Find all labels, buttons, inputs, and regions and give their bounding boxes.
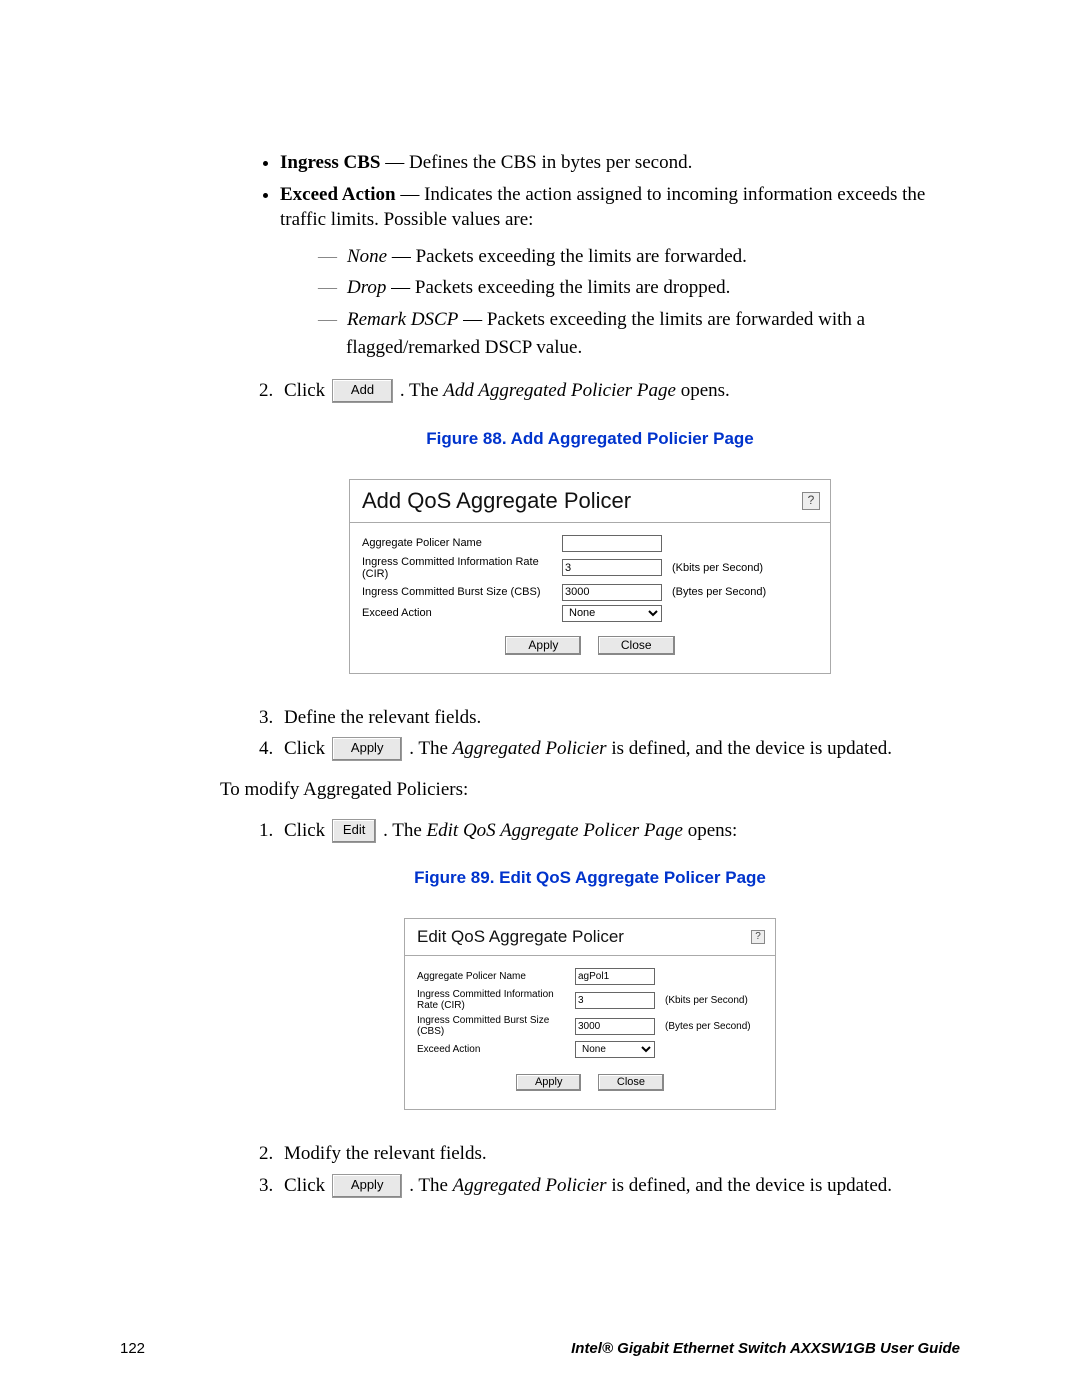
add-aggregate-policer-dialog: Add QoS Aggregate Policer ? Aggregate Po…	[349, 479, 831, 674]
text: is defined, and the device is updated.	[607, 1175, 892, 1196]
add-steps: Click Add . The Add Aggregated Policier …	[220, 377, 960, 405]
page-number: 122	[120, 1340, 145, 1357]
value-remark-dscp: —Remark DSCP — Packets exceeding the lim…	[318, 306, 960, 361]
apply-button[interactable]: Apply	[332, 1174, 403, 1198]
cir-label: Ingress Committed Information Rate (CIR)	[417, 989, 575, 1011]
close-button[interactable]: Close	[598, 636, 675, 655]
apply-button[interactable]: Apply	[516, 1074, 582, 1091]
dialog-title: Edit QoS Aggregate Policer	[417, 927, 624, 947]
figure-caption-89: Figure 89. Edit QoS Aggregate Policer Pa…	[220, 868, 960, 888]
add-steps-cont: Define the relevant fields. Click Apply …	[220, 704, 960, 763]
bullet-ingress-cbs: Ingress CBS — Defines the CBS in bytes p…	[280, 150, 960, 176]
help-icon[interactable]: ?	[751, 930, 765, 944]
term: Drop	[347, 277, 386, 298]
modify-intro: To modify Aggregated Policiers:	[220, 779, 960, 801]
cbs-unit: (Bytes per Second)	[665, 1021, 751, 1032]
definition-list: Ingress CBS — Defines the CBS in bytes p…	[220, 150, 960, 361]
modify-steps: Click Edit . The Edit QoS Aggregate Poli…	[220, 817, 960, 845]
text: . The	[409, 1175, 452, 1196]
text: . The	[409, 738, 452, 759]
cbs-input[interactable]	[575, 1018, 655, 1035]
policer-name-label: Aggregate Policer Name	[417, 971, 575, 982]
exceed-action-label: Exceed Action	[417, 1044, 575, 1055]
term: Aggregated Policier	[453, 1175, 607, 1196]
term: Remark DSCP	[347, 309, 458, 330]
cir-unit: (Kbits per Second)	[665, 995, 748, 1006]
term: Exceed Action	[280, 184, 396, 205]
edit-aggregate-policer-dialog: Edit QoS Aggregate Policer ? Aggregate P…	[404, 918, 776, 1110]
text: is defined, and the device is updated.	[607, 738, 892, 759]
dialog-title: Add QoS Aggregate Policer	[362, 488, 631, 514]
text: opens:	[683, 820, 737, 841]
step-click-apply: Click Apply . The Aggregated Policier is…	[278, 735, 960, 763]
cir-label: Ingress Committed Information Rate (CIR)	[362, 556, 562, 580]
definition: — Packets exceeding the limits are forwa…	[387, 246, 747, 267]
add-button[interactable]: Add	[332, 379, 393, 403]
term: Ingress CBS	[280, 152, 380, 173]
modify-steps-cont: Modify the relevant fields. Click Apply …	[220, 1140, 960, 1199]
exceed-action-values: —None — Packets exceeding the limits are…	[280, 243, 960, 361]
exceed-action-select[interactable]: None	[575, 1041, 655, 1058]
page-ref: Edit QoS Aggregate Policer Page	[427, 820, 683, 841]
step-click-edit: Click Edit . The Edit QoS Aggregate Poli…	[278, 817, 960, 845]
close-button[interactable]: Close	[598, 1074, 664, 1091]
value-drop: —Drop — Packets exceeding the limits are…	[318, 274, 960, 302]
cir-input[interactable]	[575, 992, 655, 1009]
definition: — Defines the CBS in bytes per second.	[380, 152, 692, 173]
page-footer: 122 Intel® Gigabit Ethernet Switch AXXSW…	[0, 1340, 1080, 1357]
text: . The	[400, 380, 443, 401]
cbs-input[interactable]	[562, 584, 662, 601]
help-icon[interactable]: ?	[802, 492, 820, 510]
apply-button[interactable]: Apply	[332, 737, 403, 761]
step-modify-fields: Modify the relevant fields.	[278, 1140, 960, 1168]
cir-unit: (Kbits per Second)	[672, 562, 763, 574]
exceed-action-select[interactable]: None	[562, 605, 662, 622]
apply-button[interactable]: Apply	[505, 636, 581, 655]
cbs-label: Ingress Committed Burst Size (CBS)	[417, 1015, 575, 1037]
text: . The	[383, 820, 426, 841]
text: Click	[284, 1175, 330, 1196]
cbs-unit: (Bytes per Second)	[672, 586, 766, 598]
page-ref: Add Aggregated Policier Page	[443, 380, 676, 401]
step-click-add: Click Add . The Add Aggregated Policier …	[278, 377, 960, 405]
value-none: —None — Packets exceeding the limits are…	[318, 243, 960, 271]
cir-input[interactable]	[562, 559, 662, 576]
cbs-label: Ingress Committed Burst Size (CBS)	[362, 586, 562, 598]
text: Click	[284, 380, 330, 401]
policer-name-input[interactable]	[562, 535, 662, 552]
document-title: Intel® Gigabit Ethernet Switch AXXSW1GB …	[571, 1340, 960, 1357]
definition: — Packets exceeding the limits are dropp…	[386, 277, 730, 298]
bullet-exceed-action: Exceed Action — Indicates the action ass…	[280, 182, 960, 361]
step-define-fields: Define the relevant fields.	[278, 704, 960, 732]
step-click-apply-2: Click Apply . The Aggregated Policier is…	[278, 1172, 960, 1200]
text: Click	[284, 738, 330, 759]
exceed-action-label: Exceed Action	[362, 607, 562, 619]
term: None	[347, 246, 387, 267]
figure-caption-88: Figure 88. Add Aggregated Policier Page	[220, 429, 960, 449]
policer-name-input[interactable]	[575, 968, 655, 985]
edit-button[interactable]: Edit	[332, 819, 376, 843]
term: Aggregated Policier	[453, 738, 607, 759]
text: Click	[284, 820, 330, 841]
text: opens.	[676, 380, 730, 401]
policer-name-label: Aggregate Policer Name	[362, 537, 562, 549]
